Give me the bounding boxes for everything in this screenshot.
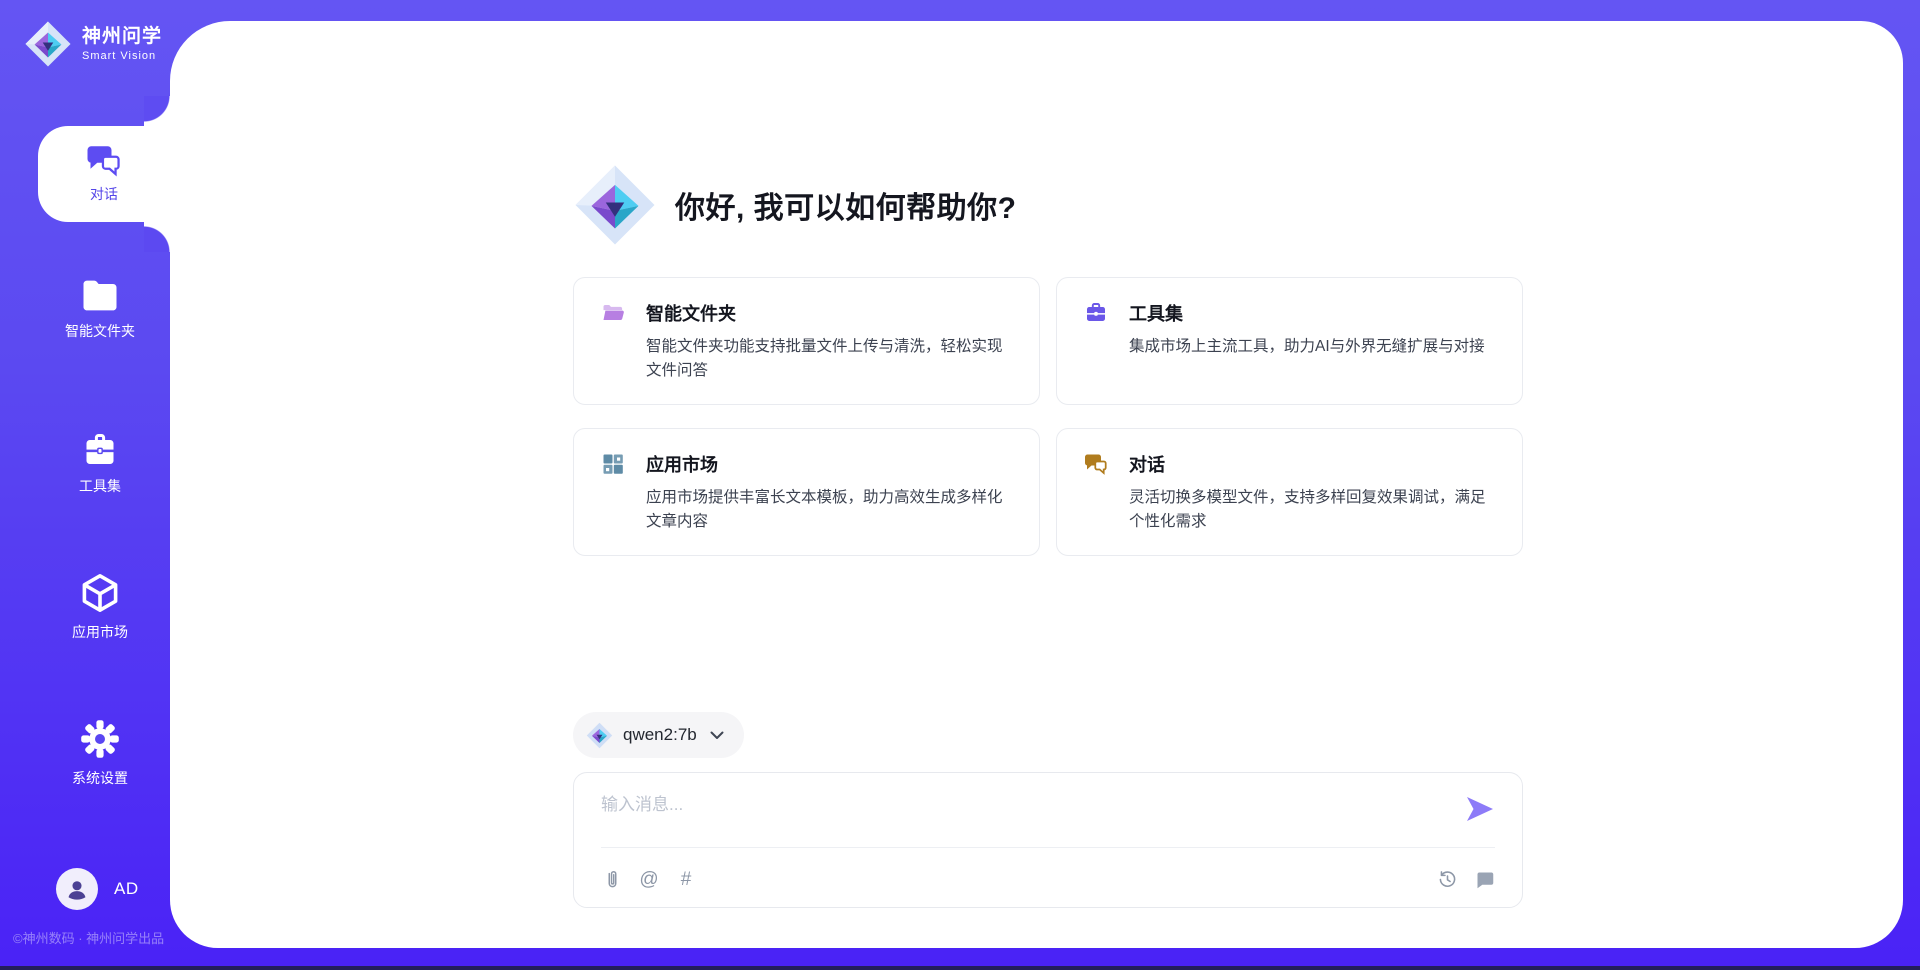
tab-fillet-bottom [144, 222, 170, 252]
mention-icon[interactable]: @ [638, 868, 660, 890]
cube-icon [80, 573, 120, 613]
composer-toolbar: @ # [601, 862, 1495, 896]
attach-file-icon[interactable] [601, 868, 623, 890]
feature-cards: 智能文件夹 智能文件夹功能支持批量文件上传与清洗，轻松实现文件问答 工具集 [573, 277, 1523, 556]
sidebar-item-app-market[interactable]: 应用市场 [30, 565, 170, 649]
toolbox-icon [81, 431, 119, 467]
app-root: 神州问学 Smart Vision 对话 智能文件夹 [0, 0, 1920, 970]
sidebar-item-label: 智能文件夹 [65, 321, 135, 341]
card-title: 对话 [1129, 451, 1165, 477]
greeting: 你好, 我可以如何帮助你? [573, 163, 1017, 247]
folder-open-icon [601, 301, 625, 325]
card-title: 智能文件夹 [646, 300, 736, 326]
card-app-market[interactable]: 应用市场 应用市场提供丰富长文本模板，助力高效生成多样化文章内容 [573, 428, 1040, 556]
window-bottom-edge [0, 966, 1920, 970]
card-chat[interactable]: 对话 灵活切换多模型文件，支持多样回复效果调试，满足个性化需求 [1056, 428, 1523, 556]
chevron-down-icon [710, 731, 724, 740]
message-input[interactable] [601, 790, 1461, 838]
hashtag-icon[interactable]: # [675, 868, 697, 890]
sidebar-item-label: 对话 [90, 184, 118, 204]
grid-icon [601, 452, 625, 476]
model-selector[interactable]: qwen2:7b [573, 712, 744, 758]
sidebar-item-chat[interactable]: 对话 [38, 126, 170, 222]
sidebar-item-smart-folder[interactable]: 智能文件夹 [30, 268, 170, 352]
user-menu[interactable]: AD [56, 868, 139, 910]
history-icon[interactable] [1436, 868, 1458, 890]
card-description: 智能文件夹功能支持批量文件上传与清洗，轻松实现文件问答 [646, 335, 1015, 383]
card-title: 应用市场 [646, 451, 718, 477]
send-icon[interactable] [1466, 796, 1494, 822]
toolbox-icon [1084, 301, 1108, 325]
model-name: qwen2:7b [623, 725, 697, 745]
folder-icon [81, 279, 119, 312]
sidebar-item-settings[interactable]: 系统设置 [30, 711, 170, 795]
card-description: 集成市场上主流工具，助力AI与外界无缝扩展与对接 [1129, 335, 1498, 359]
brand-subtitle: Smart Vision [82, 50, 162, 62]
greeting-text: 你好, 我可以如何帮助你? [675, 183, 1017, 227]
avatar [56, 868, 98, 910]
card-title: 工具集 [1129, 300, 1183, 326]
brand-text: 神州问学 Smart Vision [82, 26, 162, 62]
sidebar-item-toolset[interactable]: 工具集 [30, 421, 170, 505]
brand-diamond-icon [573, 163, 657, 247]
card-toolset[interactable]: 工具集 集成市场上主流工具，助力AI与外界无缝扩展与对接 [1056, 277, 1523, 405]
tab-fillet-top [144, 96, 170, 126]
brand-name: 神州问学 [82, 26, 162, 48]
person-icon [64, 876, 90, 902]
sidebar-item-label: 应用市场 [72, 622, 128, 642]
chat-bubble-icon[interactable] [1473, 868, 1495, 890]
chat-icon [1084, 452, 1108, 476]
sidebar: 神州问学 Smart Vision 对话 智能文件夹 [0, 0, 170, 970]
copyright-text: ©神州数码 · 神州问学出品 [13, 928, 193, 947]
chat-icon [86, 144, 122, 177]
brand-logo: 神州问学 Smart Vision [24, 20, 162, 68]
message-composer: @ # [573, 772, 1523, 908]
user-name: AD [114, 879, 139, 899]
brand-diamond-icon [24, 20, 72, 68]
sidebar-item-label: 工具集 [79, 476, 121, 496]
gear-icon [80, 719, 120, 759]
sidebar-item-label: 系统设置 [72, 768, 128, 788]
card-description: 应用市场提供丰富长文本模板，助力高效生成多样化文章内容 [646, 486, 1015, 534]
card-description: 灵活切换多模型文件，支持多样回复效果调试，满足个性化需求 [1129, 486, 1498, 534]
card-smart-folder[interactable]: 智能文件夹 智能文件夹功能支持批量文件上传与清洗，轻松实现文件问答 [573, 277, 1040, 405]
composer-divider [601, 847, 1495, 848]
brand-diamond-icon [586, 722, 613, 749]
